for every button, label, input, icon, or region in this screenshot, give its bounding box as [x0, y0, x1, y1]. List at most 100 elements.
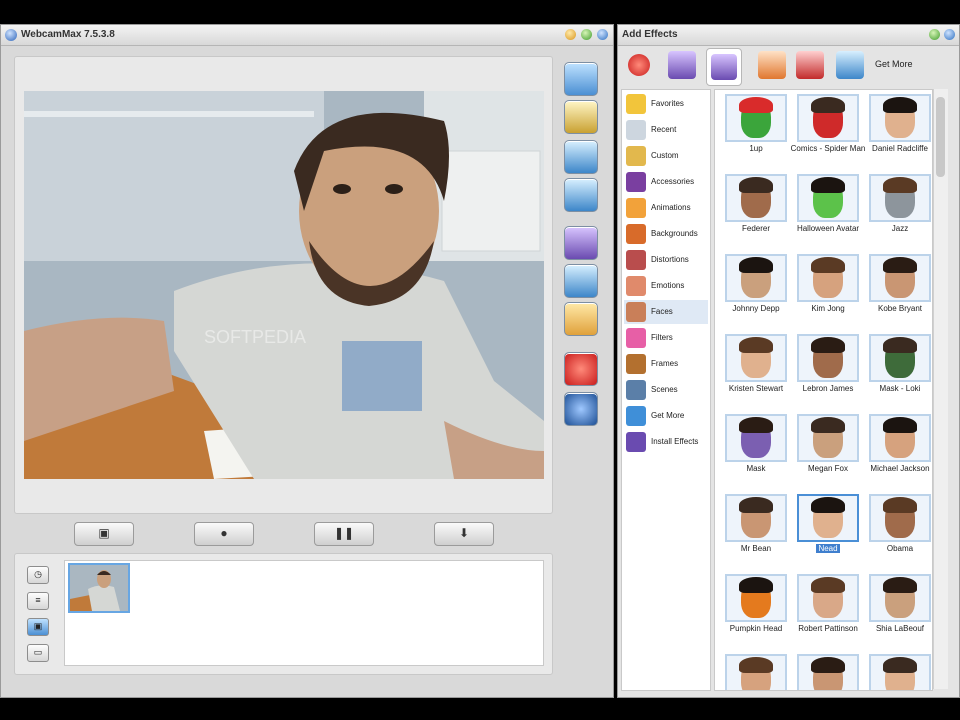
- stop-icon[interactable]: [564, 352, 598, 386]
- effect-hair-icon: [811, 257, 845, 273]
- effect-tile[interactable]: Shia LaBeouf: [865, 574, 932, 652]
- effect-tile[interactable]: [721, 654, 791, 690]
- effect-thumbnail: [725, 334, 787, 382]
- effect-tile[interactable]: Daniel Radcliffe: [865, 94, 932, 172]
- effect-tile[interactable]: Nead: [793, 494, 863, 572]
- add-effects-window: Add Effects Get More Favorites Recent Cust…: [617, 24, 960, 698]
- category-recent[interactable]: Recent: [624, 118, 708, 142]
- category-icon: [626, 146, 646, 166]
- effects-titlebar[interactable]: Add Effects: [618, 25, 959, 46]
- category-frames[interactable]: Frames: [624, 352, 708, 376]
- effect-tile[interactable]: Michael Jackson: [865, 414, 932, 492]
- effects-library-icon[interactable]: [706, 48, 742, 86]
- settings-icon[interactable]: [564, 392, 598, 426]
- app-title: WebcamMax 7.5.3.8: [21, 29, 115, 40]
- category-label: Accessories: [651, 177, 695, 186]
- category-scenes[interactable]: Scenes: [624, 378, 708, 402]
- effect-tile[interactable]: Jazz: [865, 174, 932, 252]
- category-label: Install Effects: [651, 437, 699, 446]
- remove-effect-icon[interactable]: [628, 54, 650, 76]
- category-favorites[interactable]: Favorites: [624, 92, 708, 116]
- effect-hair-icon: [739, 417, 773, 433]
- wizard-hat-icon[interactable]: [668, 51, 696, 79]
- download-button[interactable]: ⬇: [434, 522, 494, 546]
- image-icon[interactable]: ▭: [27, 644, 49, 662]
- category-accessories[interactable]: Accessories: [624, 170, 708, 194]
- effect-hair-icon: [811, 97, 845, 113]
- category-animations[interactable]: Animations: [624, 196, 708, 220]
- effect-tile[interactable]: Federer: [721, 174, 791, 252]
- pdf-icon[interactable]: [796, 51, 824, 79]
- effect-tile[interactable]: Lebron James: [793, 334, 863, 412]
- category-emotions[interactable]: Emotions: [624, 274, 708, 298]
- effects-icon[interactable]: [564, 62, 598, 96]
- effect-thumbnail: [797, 574, 859, 622]
- effect-label: Johnny Depp: [715, 304, 797, 314]
- get-more-link[interactable]: Get More: [875, 59, 913, 69]
- effect-hair-icon: [739, 657, 773, 673]
- category-icon: [626, 302, 646, 322]
- clapper-icon[interactable]: [564, 100, 598, 134]
- effect-tile[interactable]: Mask - Loki: [865, 334, 932, 412]
- paint-icon[interactable]: [564, 264, 598, 298]
- effect-thumbnail: [869, 94, 931, 142]
- app-logo-icon: [5, 29, 17, 41]
- effect-hair-icon: [811, 337, 845, 353]
- effect-hair-icon: [883, 97, 917, 113]
- effects-scrollbar-thumb[interactable]: [936, 97, 945, 177]
- effect-label: Nead: [787, 544, 869, 554]
- effects-scrollbar[interactable]: [933, 89, 948, 689]
- close-button[interactable]: [597, 29, 608, 40]
- list-icon[interactable]: ≡: [27, 592, 49, 610]
- effect-tile[interactable]: Mask: [721, 414, 791, 492]
- effect-tile[interactable]: Mr Bean: [721, 494, 791, 572]
- effect-tile[interactable]: 1up: [721, 94, 791, 172]
- category-backgrounds[interactable]: Backgrounds: [624, 222, 708, 246]
- main-titlebar[interactable]: WebcamMax 7.5.3.8: [1, 25, 613, 46]
- effect-tile[interactable]: Pumpkin Head: [721, 574, 791, 652]
- category-get-more[interactable]: Get More: [624, 404, 708, 428]
- effect-tile[interactable]: [865, 654, 932, 690]
- effect-tile[interactable]: Halloween Avatar: [793, 174, 863, 252]
- category-label: Get More: [651, 411, 685, 420]
- effect-tile[interactable]: [793, 654, 863, 690]
- record-button[interactable]: ●: [194, 522, 254, 546]
- category-custom[interactable]: Custom: [624, 144, 708, 168]
- effect-tile[interactable]: Robert Pattinson: [793, 574, 863, 652]
- effect-tile[interactable]: Kristen Stewart: [721, 334, 791, 412]
- minimize-button[interactable]: [565, 29, 576, 40]
- category-label: Scenes: [651, 385, 678, 394]
- effect-label: Comics - Spider Man: [787, 144, 869, 154]
- effects-maximize-button[interactable]: [929, 29, 940, 40]
- effect-thumbnail: [869, 334, 931, 382]
- video-icon[interactable]: ▣: [27, 618, 49, 636]
- effects-toolbar: [556, 56, 606, 516]
- category-faces[interactable]: Faces: [624, 300, 708, 324]
- effect-hair-icon: [739, 497, 773, 513]
- text-effect-icon[interactable]: [836, 51, 864, 79]
- clock-icon[interactable]: ◷: [27, 566, 49, 584]
- snapshot-button[interactable]: ▣: [74, 522, 134, 546]
- effect-hair-icon: [883, 497, 917, 513]
- pause-button[interactable]: ❚❚: [314, 522, 374, 546]
- capture-thumbnail[interactable]: [68, 563, 130, 613]
- picture-in-picture-icon[interactable]: [564, 178, 598, 212]
- effect-tile[interactable]: Comics - Spider Man: [791, 94, 865, 172]
- effect-label: Megan Fox: [787, 464, 869, 474]
- window-icon[interactable]: [564, 140, 598, 174]
- effects-close-button[interactable]: [944, 29, 955, 40]
- category-install-effects[interactable]: Install Effects: [624, 430, 708, 454]
- effect-tile[interactable]: Obama: [865, 494, 932, 572]
- maximize-button[interactable]: [581, 29, 592, 40]
- effect-tile[interactable]: Johnny Depp: [721, 254, 791, 332]
- effect-tile[interactable]: Megan Fox: [793, 414, 863, 492]
- add-effect-icon[interactable]: [564, 302, 598, 336]
- import-effect-icon[interactable]: [758, 51, 786, 79]
- effect-tile[interactable]: Kobe Bryant: [865, 254, 932, 332]
- effect-tile[interactable]: Kim Jong: [793, 254, 863, 332]
- capture-thumbnail-image: [70, 565, 128, 611]
- magic-hat-icon[interactable]: [564, 226, 598, 260]
- category-label: Distortions: [651, 255, 689, 264]
- category-distortions[interactable]: Distortions: [624, 248, 708, 272]
- category-filters[interactable]: Filters: [624, 326, 708, 350]
